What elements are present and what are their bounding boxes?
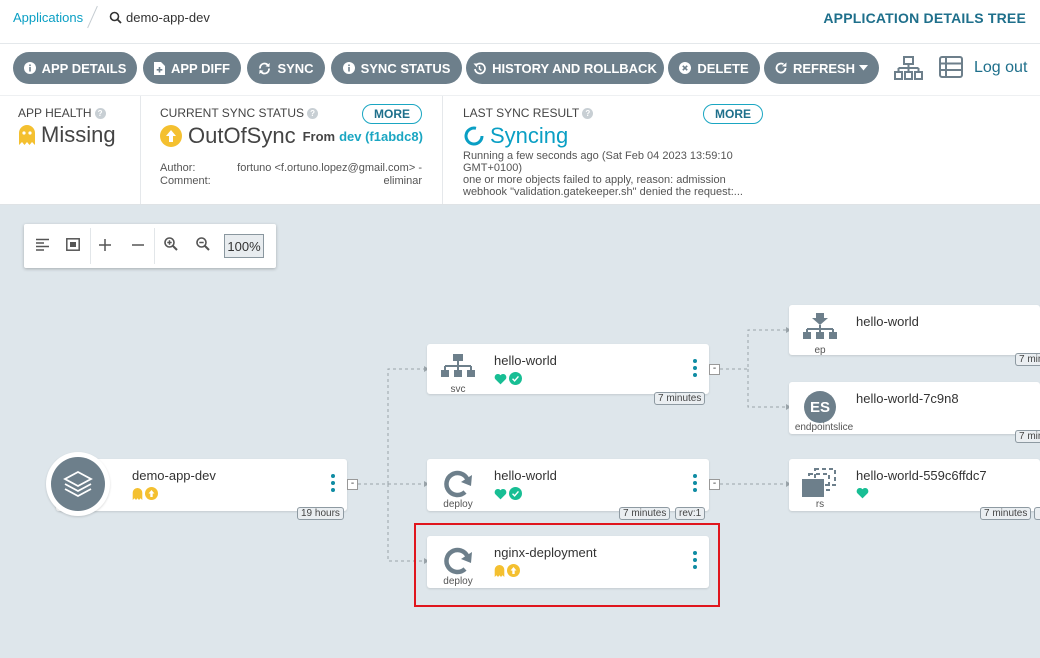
node-kind: endpointslice xyxy=(794,422,854,433)
status-badges xyxy=(856,487,869,499)
endpoints-icon xyxy=(802,313,838,346)
node-name: hello-world-7c9n8 xyxy=(856,391,959,406)
ep-node[interactable]: ep hello-world xyxy=(789,305,1040,356)
ghost-icon xyxy=(132,487,143,500)
node-name: hello-world-559c6ffdc7 xyxy=(856,468,987,483)
highlight-box xyxy=(414,523,720,607)
replicaset-icon xyxy=(801,468,839,503)
heart-icon xyxy=(856,487,869,499)
node-kind: ep xyxy=(814,345,826,356)
node-menu-icon[interactable] xyxy=(691,359,699,379)
heart-icon xyxy=(494,373,507,384)
age-tag: 7 minutes xyxy=(980,507,1032,520)
revision-tag: rev:1 xyxy=(675,507,706,520)
node-menu-icon[interactable] xyxy=(691,474,699,494)
layers-icon xyxy=(63,470,93,498)
check-circle-icon xyxy=(509,372,522,385)
app-icon xyxy=(46,452,110,516)
node-kind: deploy xyxy=(443,499,473,510)
age-tag: 7 minutes xyxy=(619,507,671,520)
svc-node[interactable]: svc hello-world xyxy=(427,344,709,395)
deploy-node[interactable]: deploy hello-world xyxy=(427,459,709,511)
collapse-toggle[interactable]: - xyxy=(709,479,720,490)
node-kind: rs xyxy=(815,499,825,510)
collapse-toggle[interactable]: - xyxy=(347,479,358,490)
endpointslice-node[interactable]: ES endpointslice hello-world-7c9n8 xyxy=(789,382,1040,434)
age-tag: 19 hours xyxy=(297,507,344,520)
status-badges xyxy=(494,372,522,385)
check-circle-icon xyxy=(509,487,522,500)
age-tag: 7 min xyxy=(1015,430,1040,443)
node-name: hello-world xyxy=(494,353,557,368)
node-name: hello-world xyxy=(856,314,919,329)
node-kind: svc xyxy=(450,384,466,395)
node-name: demo-app-dev xyxy=(132,468,216,483)
status-badges xyxy=(132,487,158,500)
status-badges xyxy=(494,487,522,500)
service-icon xyxy=(441,354,475,383)
out-of-sync-icon xyxy=(145,487,158,500)
age-tag: 7 minutes xyxy=(654,392,706,405)
node-name: hello-world xyxy=(494,468,557,483)
age-tag: 7 min xyxy=(1015,353,1040,366)
heart-icon xyxy=(494,488,507,499)
tag-edge xyxy=(1034,507,1040,520)
replicaset-node[interactable]: rs hello-world-559c6ffdc7 xyxy=(789,459,1040,511)
node-menu-icon[interactable] xyxy=(329,474,337,494)
collapse-toggle[interactable]: - xyxy=(709,364,720,375)
endpointslice-icon: ES xyxy=(804,391,836,423)
endpointslice-icon-text: ES xyxy=(809,398,830,416)
